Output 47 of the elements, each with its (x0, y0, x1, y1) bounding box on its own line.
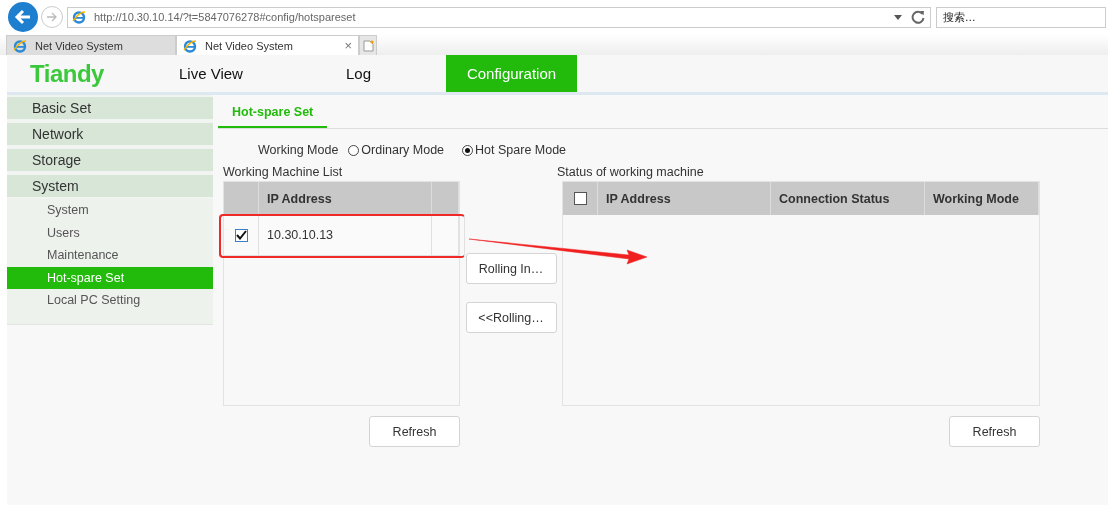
checkbox[interactable] (573, 192, 587, 205)
search-field[interactable]: 搜索... (936, 6, 1106, 28)
table-cell: 10.30.10.13 (259, 215, 432, 255)
close-button[interactable]: × (344, 38, 352, 53)
browser-logo-icon (13, 38, 27, 53)
radio-button[interactable] (348, 144, 360, 156)
new-tab-icon (362, 39, 374, 52)
sidebar-item[interactable]: Storage (7, 149, 213, 171)
browser-tab[interactable]: Net Video System × (176, 35, 359, 55)
tab-title: Net Video System (205, 39, 294, 52)
field-label: Working Mode (258, 143, 339, 157)
move-button[interactable]: Rolling In… (465, 253, 557, 284)
nav-tab[interactable]: Log (271, 55, 446, 92)
browser-logo-icon (183, 38, 197, 53)
panel-title: Working Machine List (223, 164, 344, 181)
sidebar-item[interactable]: Network (7, 123, 213, 145)
nav-tab[interactable]: Live View (151, 55, 271, 92)
radio-label[interactable]: Hot Spare Mode (475, 143, 567, 157)
panel-title: Status of working machine (557, 164, 705, 181)
arrow-left-icon (13, 7, 33, 27)
move-button[interactable]: <<Rolling… (465, 302, 557, 333)
radio-label[interactable]: Ordinary Mode (361, 143, 445, 157)
radio-button[interactable] (462, 144, 474, 156)
browser-tab[interactable]: Net Video System (6, 35, 176, 55)
sidebar-item[interactable]: System (7, 175, 213, 197)
column-header: IP Address (598, 182, 771, 215)
sidebar-item[interactable]: Basic Set (7, 97, 213, 119)
sidebar-subitem[interactable]: Local PC Setting (7, 289, 213, 312)
column-header: Connection Status (771, 182, 925, 215)
url-text: http://10.30.10.14/?t=5847076278#config/hotspareset (94, 11, 356, 23)
browser-logo-icon (72, 10, 86, 24)
column-header: IP Address (259, 182, 432, 215)
arrow-right-icon (45, 10, 59, 24)
sidebar-subitem[interactable]: Maintenance (7, 244, 213, 267)
refresh-button[interactable]: Refresh (949, 416, 1040, 447)
sidebar-subitem[interactable]: System (7, 199, 213, 222)
address-field[interactable]: http://10.30.10.14/?t=5847076278#config/hotspareset (67, 6, 931, 28)
tab-title: Net Video System (35, 39, 124, 52)
sidebar-subitem[interactable]: Users (7, 221, 213, 244)
logo-text: Tiandy (29, 59, 105, 88)
check-icon (235, 230, 247, 240)
back-button[interactable] (8, 2, 38, 32)
column-header: Working Mode (925, 182, 1039, 215)
refresh-button[interactable]: Refresh (369, 416, 460, 447)
dropdown-icon (894, 14, 902, 20)
refresh-icon (910, 9, 926, 25)
checkbox[interactable] (234, 228, 248, 242)
